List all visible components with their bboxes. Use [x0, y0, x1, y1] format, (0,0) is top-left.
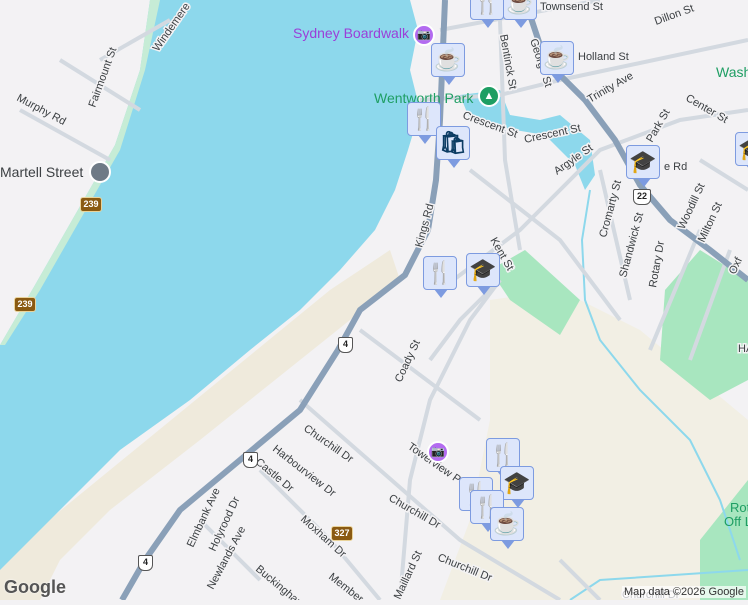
- google-logo: Google: [4, 577, 66, 597]
- coffee-marker[interactable]: ☕: [503, 0, 537, 28]
- coffee-marker[interactable]: ☕: [490, 507, 524, 549]
- route-22-shield: 22: [633, 189, 651, 205]
- school-marker[interactable]: 🎓: [466, 253, 500, 295]
- label-byng-rd: e Rd: [664, 161, 687, 173]
- route-239-shield: 239: [80, 197, 102, 212]
- label-townsend-st: Townsend St: [540, 1, 603, 13]
- label-holland-st: Holland St: [578, 51, 629, 63]
- route-4-shield: 4: [138, 555, 153, 571]
- school-marker[interactable]: 🎓: [500, 466, 534, 508]
- food-marker[interactable]: 🍴: [423, 256, 457, 298]
- shopping-bag-marker[interactable]: 🛍: [436, 126, 470, 168]
- route-239-shield: 239: [14, 297, 36, 312]
- tree-icon[interactable]: ▲: [478, 85, 500, 107]
- label-ha: HA: [738, 343, 748, 355]
- food-marker[interactable]: 🍴: [470, 0, 504, 28]
- place-rotary-park[interactable]: Rota: [730, 500, 748, 515]
- place-sydney-boardwalk[interactable]: Sydney Boardwalk: [293, 25, 409, 41]
- route-4-shield: 4: [338, 337, 353, 353]
- place-rotary-park-2[interactable]: Off Le: [724, 514, 748, 529]
- route-327-shield: 327: [331, 526, 353, 541]
- landmark-icon[interactable]: [89, 161, 111, 183]
- coffee-marker[interactable]: ☕: [431, 43, 465, 85]
- camera-icon[interactable]: 📷: [413, 24, 435, 46]
- place-martell-street[interactable]: Martell Street: [0, 164, 83, 180]
- camera-icon[interactable]: 📷: [427, 441, 449, 463]
- coffee-marker[interactable]: ☕: [540, 41, 574, 83]
- school-marker[interactable]: 🎓: [735, 132, 748, 174]
- place-washington[interactable]: Wash: [716, 64, 748, 80]
- school-marker[interactable]: 🎓: [626, 145, 660, 187]
- map-canvas[interactable]: Townsend St Dillon St George St Bentinck…: [0, 0, 748, 605]
- route-4-shield: 4: [243, 452, 258, 468]
- map-attribution[interactable]: Map data ©2026 Google: [621, 586, 746, 598]
